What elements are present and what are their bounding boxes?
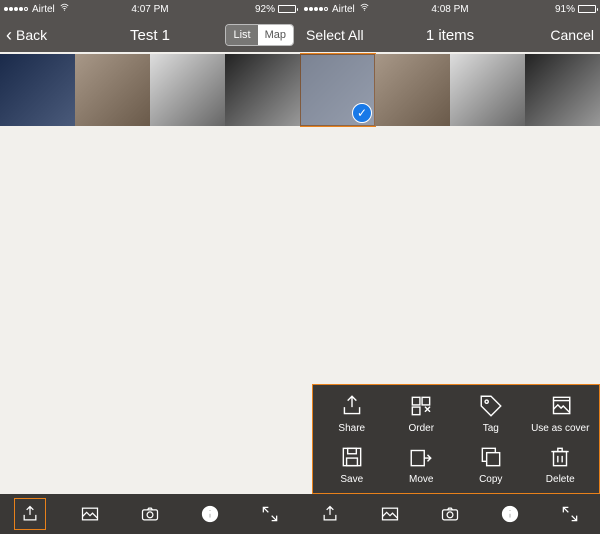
delete-icon bbox=[547, 444, 573, 470]
bottom-toolbar bbox=[0, 494, 300, 534]
battery-pct-label: 92% bbox=[255, 4, 275, 15]
select-all-button[interactable]: Select All bbox=[306, 27, 364, 43]
move-icon bbox=[408, 444, 434, 470]
nav-bar: Select All 1 items Cancel bbox=[300, 18, 600, 52]
cover-icon bbox=[547, 393, 573, 419]
wifi-icon bbox=[359, 3, 370, 15]
expand-tab-icon[interactable] bbox=[255, 499, 285, 529]
action-label: Delete bbox=[546, 474, 575, 485]
chevron-left-icon: ‹ bbox=[6, 26, 12, 44]
thumbnail[interactable] bbox=[525, 54, 600, 126]
thumbnail[interactable] bbox=[450, 54, 525, 126]
battery-icon bbox=[578, 5, 596, 13]
action-label: Copy bbox=[479, 474, 502, 485]
bottom-toolbar bbox=[300, 494, 600, 534]
back-label: Back bbox=[16, 27, 47, 43]
checkmark-icon: ✓ bbox=[352, 103, 372, 123]
action-label: Move bbox=[409, 474, 433, 485]
content-area: Share Order Tag Use as cover Save bbox=[300, 128, 600, 494]
thumbnail[interactable] bbox=[75, 54, 150, 126]
action-save[interactable]: Save bbox=[317, 444, 387, 485]
nav-bar: ‹ Back Test 1 List Map bbox=[0, 18, 300, 52]
action-label: Order bbox=[408, 423, 434, 434]
thumbnail-selected[interactable]: ✓ bbox=[300, 54, 375, 126]
selection-count: 1 items bbox=[426, 27, 474, 44]
action-panel: Share Order Tag Use as cover Save bbox=[312, 384, 600, 494]
cancel-label: Cancel bbox=[550, 27, 594, 43]
cancel-button[interactable]: Cancel bbox=[550, 27, 594, 43]
action-tag[interactable]: Tag bbox=[456, 393, 526, 434]
info-tab-icon[interactable] bbox=[195, 499, 225, 529]
page-title: Test 1 bbox=[130, 27, 170, 44]
camera-tab-icon[interactable] bbox=[435, 499, 465, 529]
photo-tab-icon[interactable] bbox=[375, 499, 405, 529]
thumbnail-strip: ✓ bbox=[300, 52, 600, 128]
signal-dots-icon bbox=[4, 7, 28, 11]
action-copy[interactable]: Copy bbox=[456, 444, 526, 485]
wifi-icon bbox=[59, 3, 70, 15]
action-share[interactable]: Share bbox=[317, 393, 387, 434]
content-area bbox=[0, 128, 300, 494]
thumbnail[interactable] bbox=[225, 54, 300, 126]
action-use-as-cover[interactable]: Use as cover bbox=[526, 393, 596, 434]
action-label: Tag bbox=[483, 423, 499, 434]
seg-map-button[interactable]: Map bbox=[258, 25, 293, 45]
copy-icon bbox=[478, 444, 504, 470]
action-label: Save bbox=[340, 474, 363, 485]
save-icon bbox=[339, 444, 365, 470]
action-move[interactable]: Move bbox=[387, 444, 457, 485]
expand-tab-icon[interactable] bbox=[555, 499, 585, 529]
signal-dots-icon bbox=[304, 7, 328, 11]
thumbnail[interactable] bbox=[150, 54, 225, 126]
photo-tab-icon[interactable] bbox=[75, 499, 105, 529]
clock-label: 4:07 PM bbox=[131, 4, 168, 15]
thumbnail[interactable] bbox=[0, 54, 75, 126]
status-bar: Airtel 4:07 PM 92% bbox=[0, 0, 300, 18]
action-order[interactable]: Order bbox=[387, 393, 457, 434]
carrier-label: Airtel bbox=[32, 4, 55, 15]
share-tab-icon[interactable] bbox=[315, 499, 345, 529]
battery-pct-label: 91% bbox=[555, 4, 575, 15]
thumbnail-strip bbox=[0, 52, 300, 128]
back-button[interactable]: ‹ Back bbox=[6, 26, 47, 44]
share-tab-icon[interactable] bbox=[15, 499, 45, 529]
carrier-label: Airtel bbox=[332, 4, 355, 15]
left-pane: Airtel 4:07 PM 92% ‹ Back Test 1 List Ma… bbox=[0, 0, 300, 534]
action-label: Use as cover bbox=[531, 423, 589, 434]
status-bar: Airtel 4:08 PM 91% bbox=[300, 0, 600, 18]
camera-tab-icon[interactable] bbox=[135, 499, 165, 529]
info-tab-icon[interactable] bbox=[495, 499, 525, 529]
action-label: Share bbox=[338, 423, 365, 434]
order-icon bbox=[408, 393, 434, 419]
right-pane: Airtel 4:08 PM 91% Select All 1 items Ca… bbox=[300, 0, 600, 534]
select-all-label: Select All bbox=[306, 27, 364, 43]
battery-icon bbox=[278, 5, 296, 13]
share-icon bbox=[339, 393, 365, 419]
thumbnail[interactable] bbox=[375, 54, 450, 126]
action-delete[interactable]: Delete bbox=[526, 444, 596, 485]
tag-icon bbox=[478, 393, 504, 419]
view-toggle: List Map bbox=[225, 24, 294, 46]
seg-list-button[interactable]: List bbox=[226, 25, 257, 45]
clock-label: 4:08 PM bbox=[431, 4, 468, 15]
